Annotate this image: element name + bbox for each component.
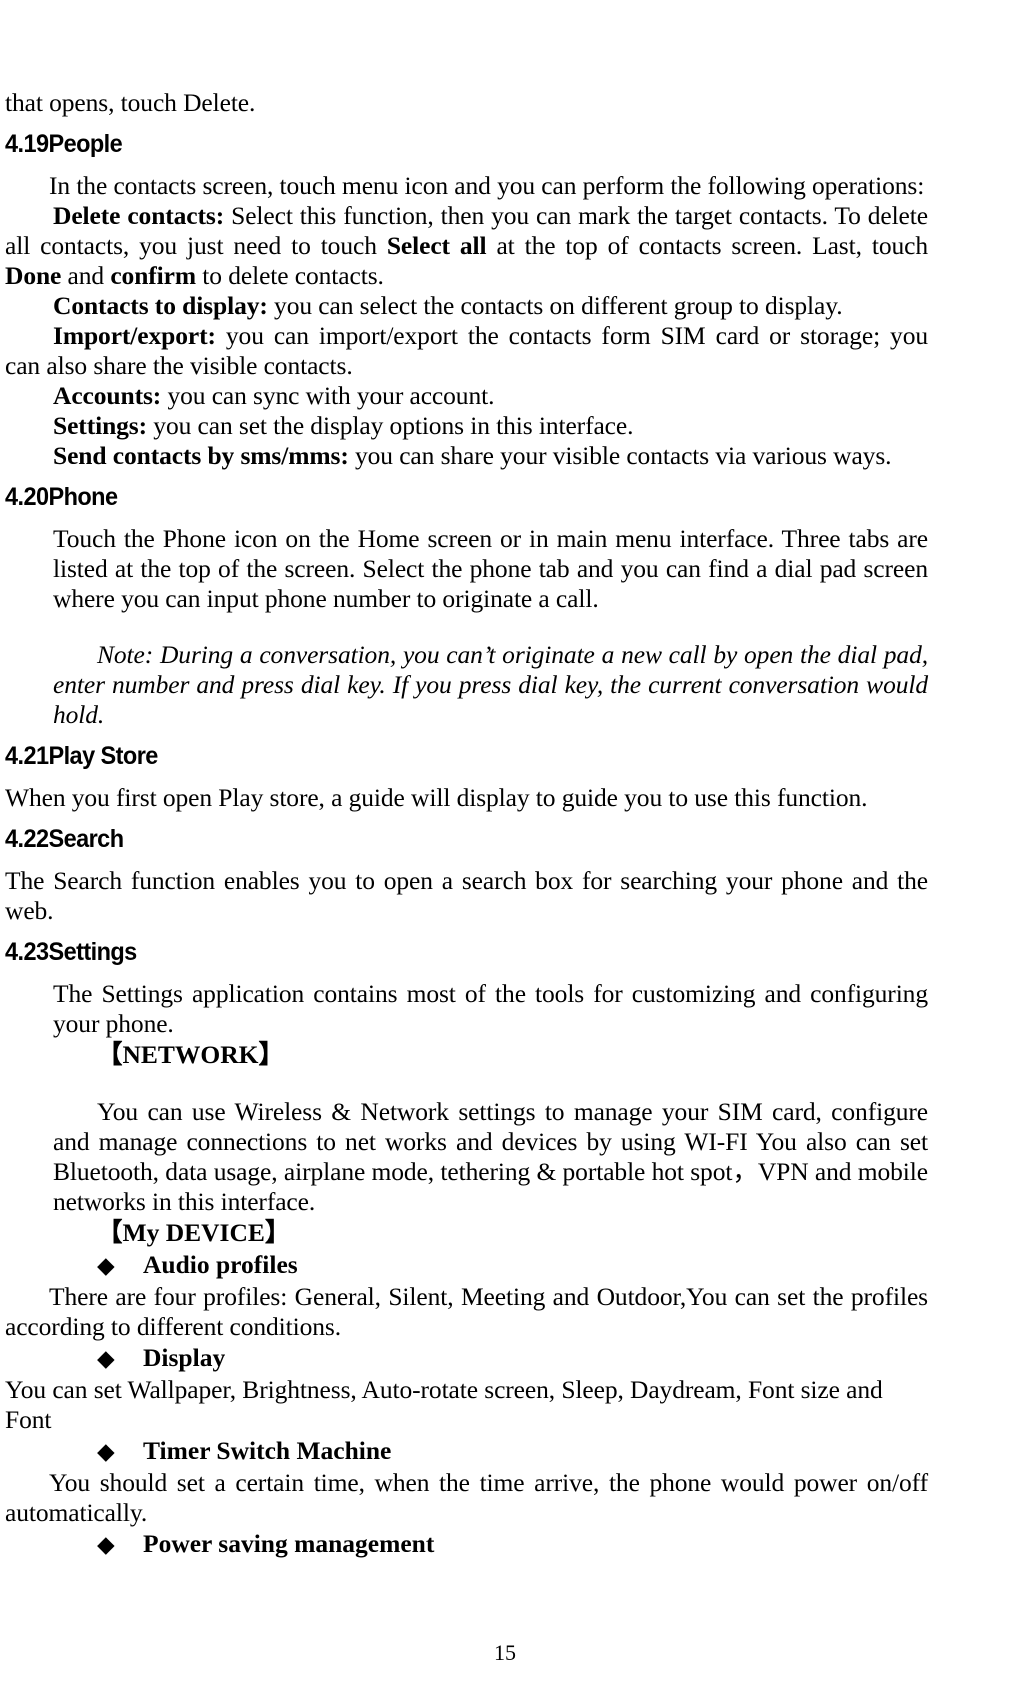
display-description: You can set Wallpaper, Brightness, Auto-… <box>5 1375 883 1434</box>
contacts-to-display-text: you can select the contacts on different… <box>267 291 843 320</box>
diamond-bullet-icon: ◆ <box>97 1439 115 1464</box>
bullet-label-audio-profiles: Audio profiles <box>143 1250 298 1279</box>
heading-4-20-phone: 4.20Phone <box>5 483 118 511</box>
document-page: that opens, touch Delete. 4.19People In … <box>0 0 1010 1702</box>
send-contacts-text: you can share your visible contacts via … <box>348 441 892 470</box>
settings-body-paragraph: The Settings application contains most o… <box>53 979 928 1038</box>
bullet-item-timer-switch-machine: ◆ Timer Switch Machine <box>5 1435 928 1468</box>
contacts-to-display-paragraph: Contacts to display: you can select the … <box>5 291 928 321</box>
heading-4-19-people: 4.19People <box>5 130 123 158</box>
bullet-item-display: ◆ Display <box>5 1342 928 1375</box>
play-store-body-paragraph: When you first open Play store, a guide … <box>5 783 868 812</box>
network-spacer <box>5 1071 928 1097</box>
send-contacts-label: Send contacts by sms/mms: <box>53 441 349 470</box>
bullet-label-display: Display <box>143 1343 226 1372</box>
import-export-paragraph: Import/export: you can import/export the… <box>5 321 928 381</box>
settings-text: you can set the display options in this … <box>147 411 634 440</box>
my-device-section-heading: 【My DEVICE】 <box>97 1218 291 1247</box>
phone-body-paragraph: Touch the Phone icon on the Home screen … <box>53 524 928 613</box>
diamond-bullet-icon: ◆ <box>97 1346 115 1371</box>
search-body-paragraph: The Search function enables you to open … <box>5 866 928 925</box>
heading-4-22-search: 4.22Search <box>5 825 124 853</box>
page-content: that opens, touch Delete. 4.19People In … <box>0 88 1010 1561</box>
accounts-paragraph: Accounts: you can sync with your account… <box>5 381 928 411</box>
bullet-item-power-saving-management: ◆ Power saving management <box>5 1528 928 1561</box>
import-export-label: Import/export: <box>53 321 216 350</box>
heading-4-23-settings: 4.23Settings <box>5 938 137 966</box>
settings-paragraph: Settings: you can set the display option… <box>5 411 928 441</box>
audio-profiles-description: There are four profiles: General, Silent… <box>5 1282 928 1341</box>
heading-4-21-play-store: 4.21Play Store <box>5 742 158 770</box>
continuation-paragraph: that opens, touch Delete. <box>5 88 256 117</box>
page-number-footer: 15 <box>494 1640 516 1665</box>
contacts-to-display-label: Contacts to display: <box>53 291 268 320</box>
bullet-item-audio-profiles: ◆ Audio profiles <box>5 1249 928 1282</box>
bullet-label-power-saving-management: Power saving management <box>143 1529 435 1558</box>
confirm-bold: confirm <box>110 261 197 290</box>
phone-note-paragraph: Note: During a conversation, you can’t o… <box>5 640 928 730</box>
network-section-heading: 【NETWORK】 <box>97 1040 285 1069</box>
settings-label: Settings: <box>53 411 148 440</box>
delete-contacts-label: Delete contacts: <box>53 201 225 230</box>
delete-contacts-text-2: at the top of contacts screen. Last, tou… <box>486 231 928 260</box>
timer-switch-machine-description: You should set a certain time, when the … <box>5 1468 928 1527</box>
phone-note-text: Note: During a conversation, you can’t o… <box>53 640 928 729</box>
delete-contacts-paragraph: Delete contacts: Select this function, t… <box>5 201 928 291</box>
network-body-paragraph: You can use Wireless & Network settings … <box>53 1097 928 1216</box>
people-intro-paragraph: In the contacts screen, touch menu icon … <box>49 171 925 200</box>
accounts-text: you can sync with your account. <box>161 381 495 410</box>
diamond-bullet-icon: ◆ <box>97 1253 115 1278</box>
accounts-label: Accounts: <box>53 381 162 410</box>
bullet-label-timer-switch-machine: Timer Switch Machine <box>143 1436 392 1465</box>
send-contacts-paragraph: Send contacts by sms/mms: you can share … <box>5 441 928 471</box>
done-bold: Done <box>5 261 62 290</box>
select-all-bold: Select all <box>386 231 487 260</box>
diamond-bullet-icon: ◆ <box>97 1532 115 1557</box>
delete-contacts-text-4: to delete contacts. <box>196 261 384 290</box>
delete-contacts-text-3: and <box>61 261 111 290</box>
